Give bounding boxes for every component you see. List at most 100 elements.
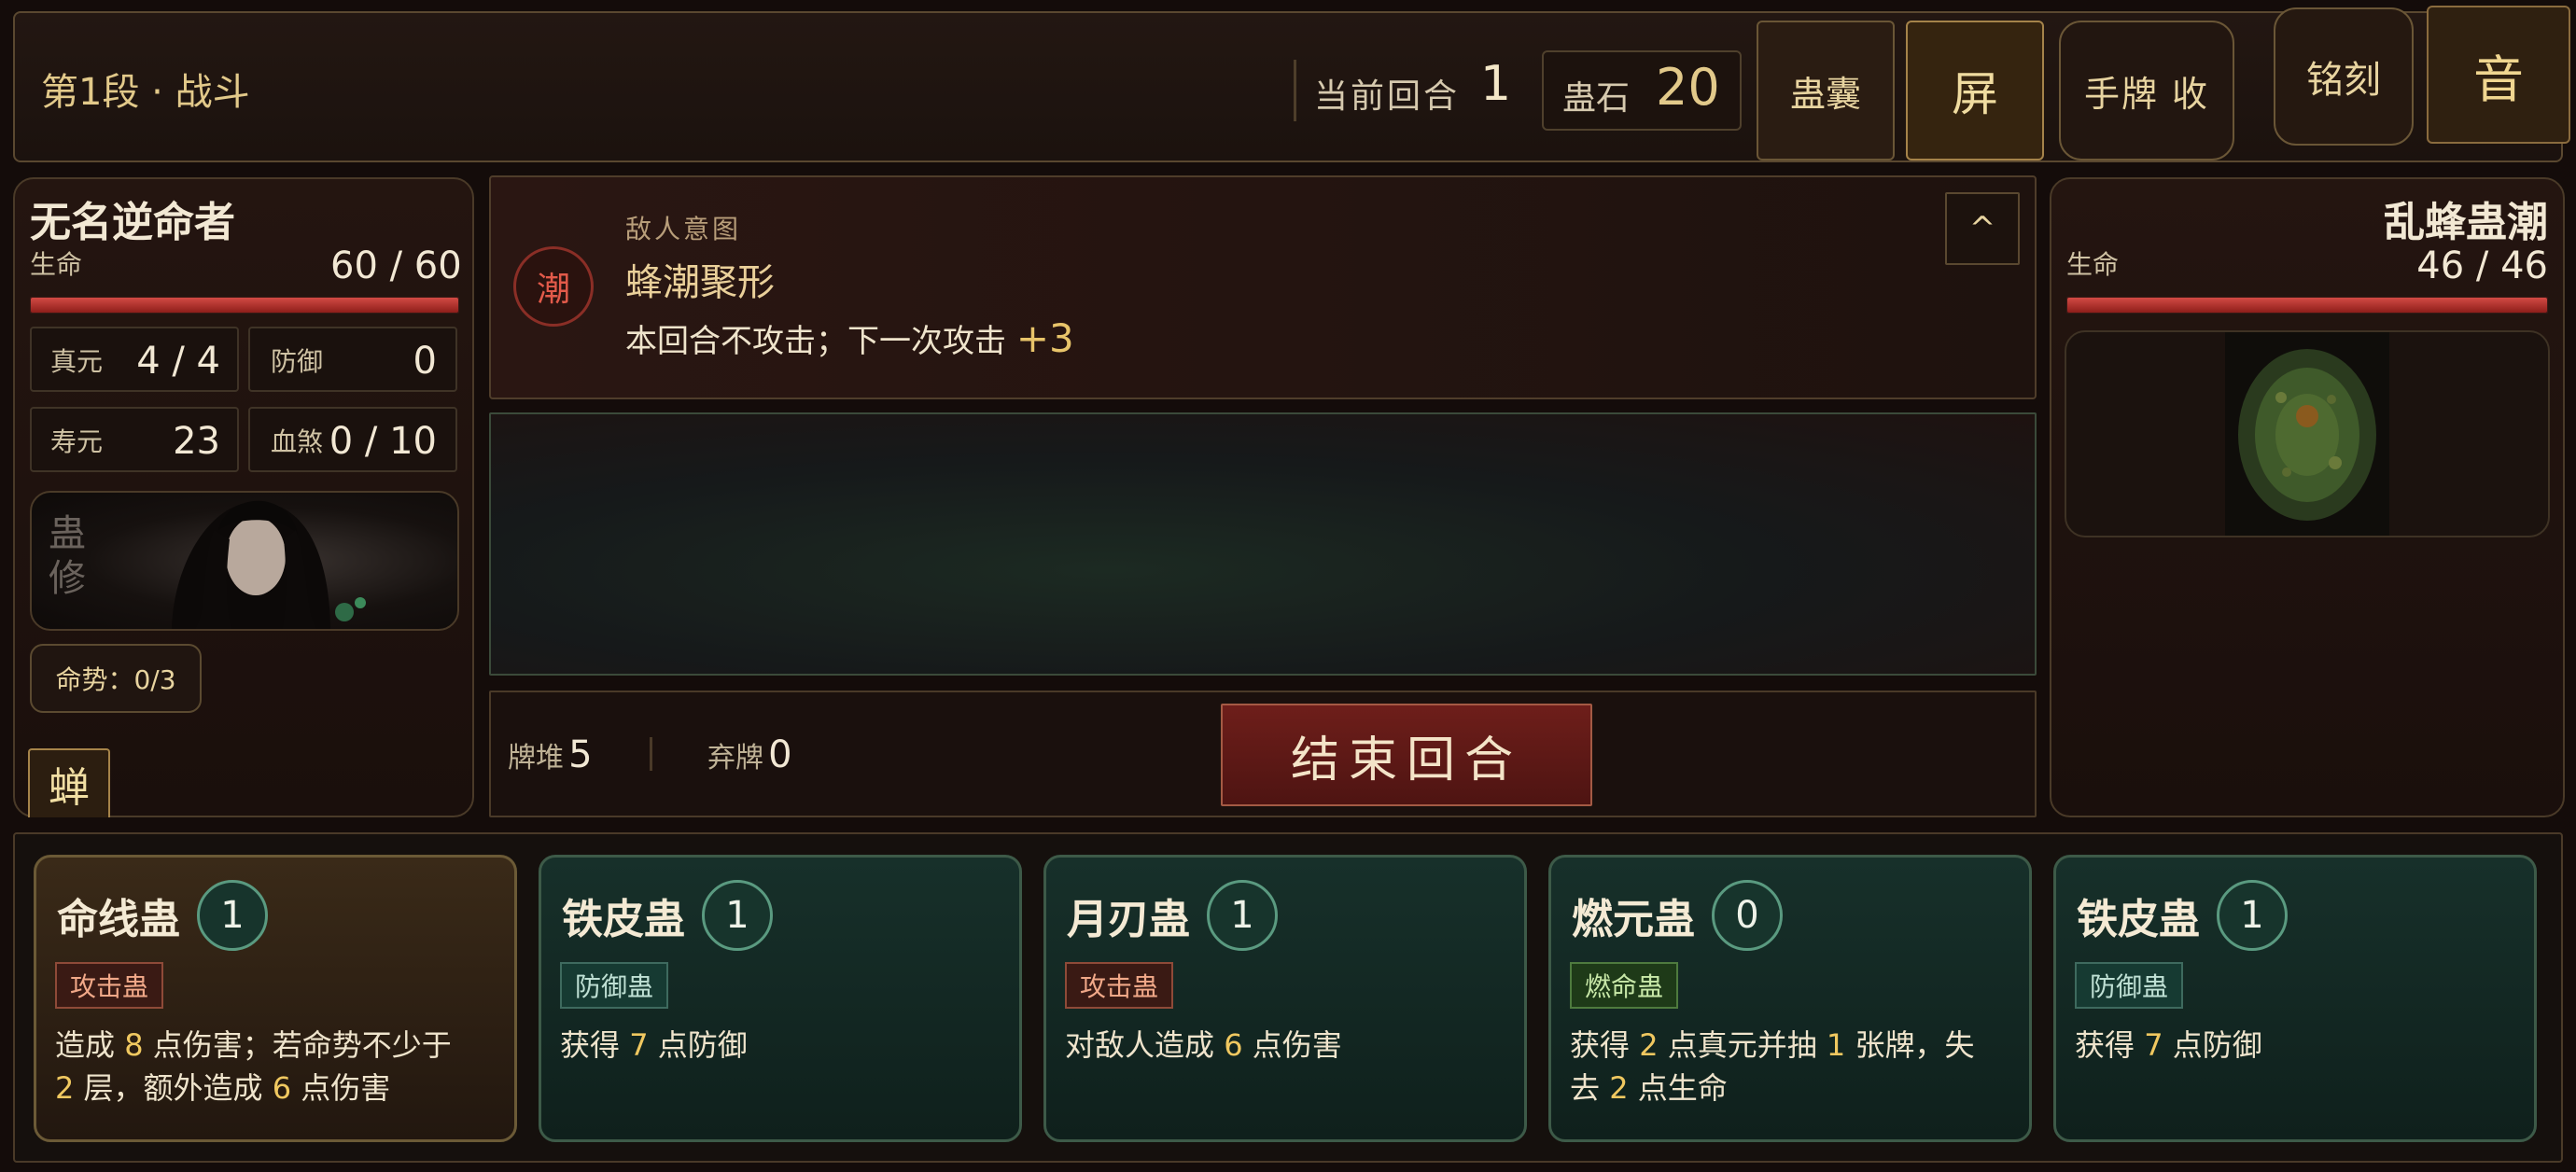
gustone-value: 20 bbox=[1656, 58, 1720, 117]
card-text: 层，额外造成 bbox=[74, 1070, 273, 1106]
card-number: 6 bbox=[1224, 1027, 1243, 1063]
player-hp-value: 60 / 60 bbox=[330, 244, 462, 287]
zhenyuan-label: 真元 bbox=[50, 346, 104, 377]
card-text: 点生命 bbox=[1628, 1070, 1728, 1106]
xuesha-label: 血煞 bbox=[271, 426, 324, 457]
card-desc-line: 获得 7 点防御 bbox=[2075, 1024, 2513, 1067]
card-text: 点防御 bbox=[2163, 1027, 2262, 1063]
card-text: 点伤害 bbox=[1242, 1027, 1342, 1063]
xuesha-value: 0 / 10 bbox=[329, 420, 437, 463]
chan-tab[interactable]: 蝉 bbox=[28, 748, 110, 817]
gustone-label: 蛊石 bbox=[1562, 79, 1631, 118]
intent-desc-text: 本回合不攻击；下一次攻击 bbox=[625, 323, 1006, 360]
discard-pile-label: 弃牌 bbox=[707, 742, 763, 774]
card-description: 获得 2 点真元并抽 1 张牌，失去 2 点生命 bbox=[1570, 1024, 2009, 1109]
card-cost: 1 bbox=[2217, 880, 2288, 951]
card-name: 燃元蛊 bbox=[1572, 896, 1695, 943]
intent-description: 本回合不攻击；下一次攻击 +3 bbox=[625, 315, 1074, 361]
card-desc-line: 对敌人造成 6 点伤害 bbox=[1065, 1024, 1504, 1067]
card-description: 获得 7 点防御 bbox=[2075, 1024, 2513, 1067]
card-name: 月刃蛊 bbox=[1067, 896, 1190, 943]
enemy-hp-fill bbox=[2067, 298, 2547, 313]
card-text: 造成 bbox=[55, 1027, 125, 1063]
card-description: 获得 7 点防御 bbox=[560, 1024, 999, 1067]
card-text: 对敌人造成 bbox=[1065, 1027, 1225, 1063]
enemy-hp-value: 46 / 46 bbox=[2416, 244, 2548, 287]
hand-card[interactable]: 燃元蛊 0 燃命蛊 获得 2 点真元并抽 1 张牌，失去 2 点生命 bbox=[1548, 855, 2032, 1142]
enemy-name: 乱蜂蛊潮 bbox=[2384, 199, 2548, 246]
enemy-hp-label: 生命 bbox=[2066, 249, 2120, 280]
card-type-tag: 攻击蛊 bbox=[55, 962, 164, 1009]
portrait-figure bbox=[172, 500, 366, 629]
defense-value: 0 bbox=[413, 340, 437, 383]
card-number: 8 bbox=[124, 1027, 144, 1063]
card-text: 点防御 bbox=[648, 1027, 748, 1063]
hand-card[interactable]: 命线蛊 1 攻击蛊 造成 8 点伤害；若命势不少于 2 层，额外造成 6 点伤害 bbox=[34, 855, 517, 1142]
card-description: 对敌人造成 6 点伤害 bbox=[1065, 1024, 1504, 1067]
pile-divider bbox=[650, 737, 652, 771]
player-name: 无名逆命者 bbox=[30, 199, 235, 246]
card-number: 1 bbox=[1826, 1027, 1846, 1063]
card-desc-line: 2 层，额外造成 6 点伤害 bbox=[55, 1067, 494, 1109]
player-portrait: 蛊修 bbox=[30, 491, 459, 631]
zhenyuan-value: 4 / 4 bbox=[136, 340, 220, 383]
card-number: 2 bbox=[55, 1070, 75, 1106]
draw-pile-label: 牌堆 bbox=[508, 742, 564, 774]
card-text: 点伤害 bbox=[291, 1070, 391, 1106]
draw-pile-count: 5 bbox=[568, 733, 593, 776]
sound-button[interactable]: 音 bbox=[2427, 6, 2570, 144]
card-cost: 1 bbox=[1207, 880, 1278, 951]
card-number: 7 bbox=[629, 1027, 649, 1063]
intent-name: 蜂潮聚形 bbox=[625, 261, 775, 304]
card-name: 铁皮蛊 bbox=[2077, 896, 2200, 943]
card-text: 获得 bbox=[2075, 1027, 2145, 1063]
mingshi-badge: 命势：0/3 bbox=[30, 644, 202, 713]
shouyuan-value: 23 bbox=[173, 420, 220, 463]
collapse-button[interactable]: ^ bbox=[1945, 192, 2020, 265]
defense-stat: 防御 0 bbox=[248, 327, 457, 392]
zhenyuan-stat: 真元 4 / 4 bbox=[30, 327, 239, 392]
hand-card[interactable]: 月刃蛊 1 攻击蛊对敌人造成 6 点伤害 bbox=[1043, 855, 1527, 1142]
discard-pile-count: 0 bbox=[768, 733, 792, 776]
engrave-button[interactable]: 铭刻 bbox=[2274, 7, 2414, 146]
draw-pile[interactable]: 牌堆 5 bbox=[508, 733, 593, 776]
discard-pile[interactable]: 弃牌 0 bbox=[707, 733, 792, 776]
battlefield-area bbox=[489, 412, 2037, 676]
card-name: 铁皮蛊 bbox=[562, 896, 685, 943]
card-number: 7 bbox=[2144, 1027, 2163, 1063]
turn-label: 当前回合 bbox=[1314, 77, 1461, 116]
card-text: 张牌，失 bbox=[1845, 1027, 1975, 1063]
card-text: 获得 bbox=[1570, 1027, 1640, 1063]
card-number: 6 bbox=[272, 1070, 292, 1106]
hand-toggle-button[interactable]: 手牌 收 bbox=[2059, 21, 2234, 160]
card-desc-line: 造成 8 点伤害；若命势不少于 bbox=[55, 1024, 494, 1067]
enemy-hp-bar bbox=[2066, 297, 2548, 314]
end-turn-button[interactable]: 结束回合 bbox=[1221, 704, 1592, 806]
player-hp-bar bbox=[30, 297, 459, 314]
card-cost: 1 bbox=[197, 880, 268, 951]
card-text: 点真元并抽 bbox=[1658, 1027, 1827, 1063]
hand-card[interactable]: 铁皮蛊 1 防御蛊 获得 7 点防御 bbox=[2053, 855, 2537, 1142]
card-cost: 1 bbox=[702, 880, 773, 951]
card-text: 获得 bbox=[560, 1027, 630, 1063]
divider bbox=[1294, 60, 1296, 121]
card-type-tag: 防御蛊 bbox=[560, 962, 669, 1009]
intent-label: 敌人意图 bbox=[625, 214, 742, 244]
card-description: 造成 8 点伤害；若命势不少于 2 层，额外造成 6 点伤害 bbox=[55, 1024, 494, 1109]
card-text: 去 bbox=[1570, 1070, 1610, 1106]
player-hp-fill bbox=[31, 298, 458, 313]
shouyuan-stat: 寿元 23 bbox=[30, 407, 239, 472]
card-number: 2 bbox=[1639, 1027, 1659, 1063]
hand-card[interactable]: 铁皮蛊 1 防御蛊获得 7 点防御 bbox=[539, 855, 1022, 1142]
bee-swarm-image bbox=[2225, 332, 2389, 536]
screen-button[interactable]: 屏 bbox=[1906, 21, 2044, 160]
tide-icon: 潮 bbox=[513, 246, 594, 327]
xuesha-stat: 血煞 0 / 10 bbox=[248, 407, 457, 472]
card-type-tag: 攻击蛊 bbox=[1065, 962, 1174, 1009]
player-hp-label: 生命 bbox=[30, 249, 83, 280]
card-desc-line: 获得 2 点真元并抽 1 张牌，失 bbox=[1570, 1024, 2009, 1067]
pouch-button[interactable]: 蛊囊 bbox=[1757, 21, 1895, 160]
enemy-portrait bbox=[2065, 330, 2550, 537]
card-number: 2 bbox=[1609, 1070, 1629, 1106]
intent-bonus: +3 bbox=[1015, 315, 1074, 361]
